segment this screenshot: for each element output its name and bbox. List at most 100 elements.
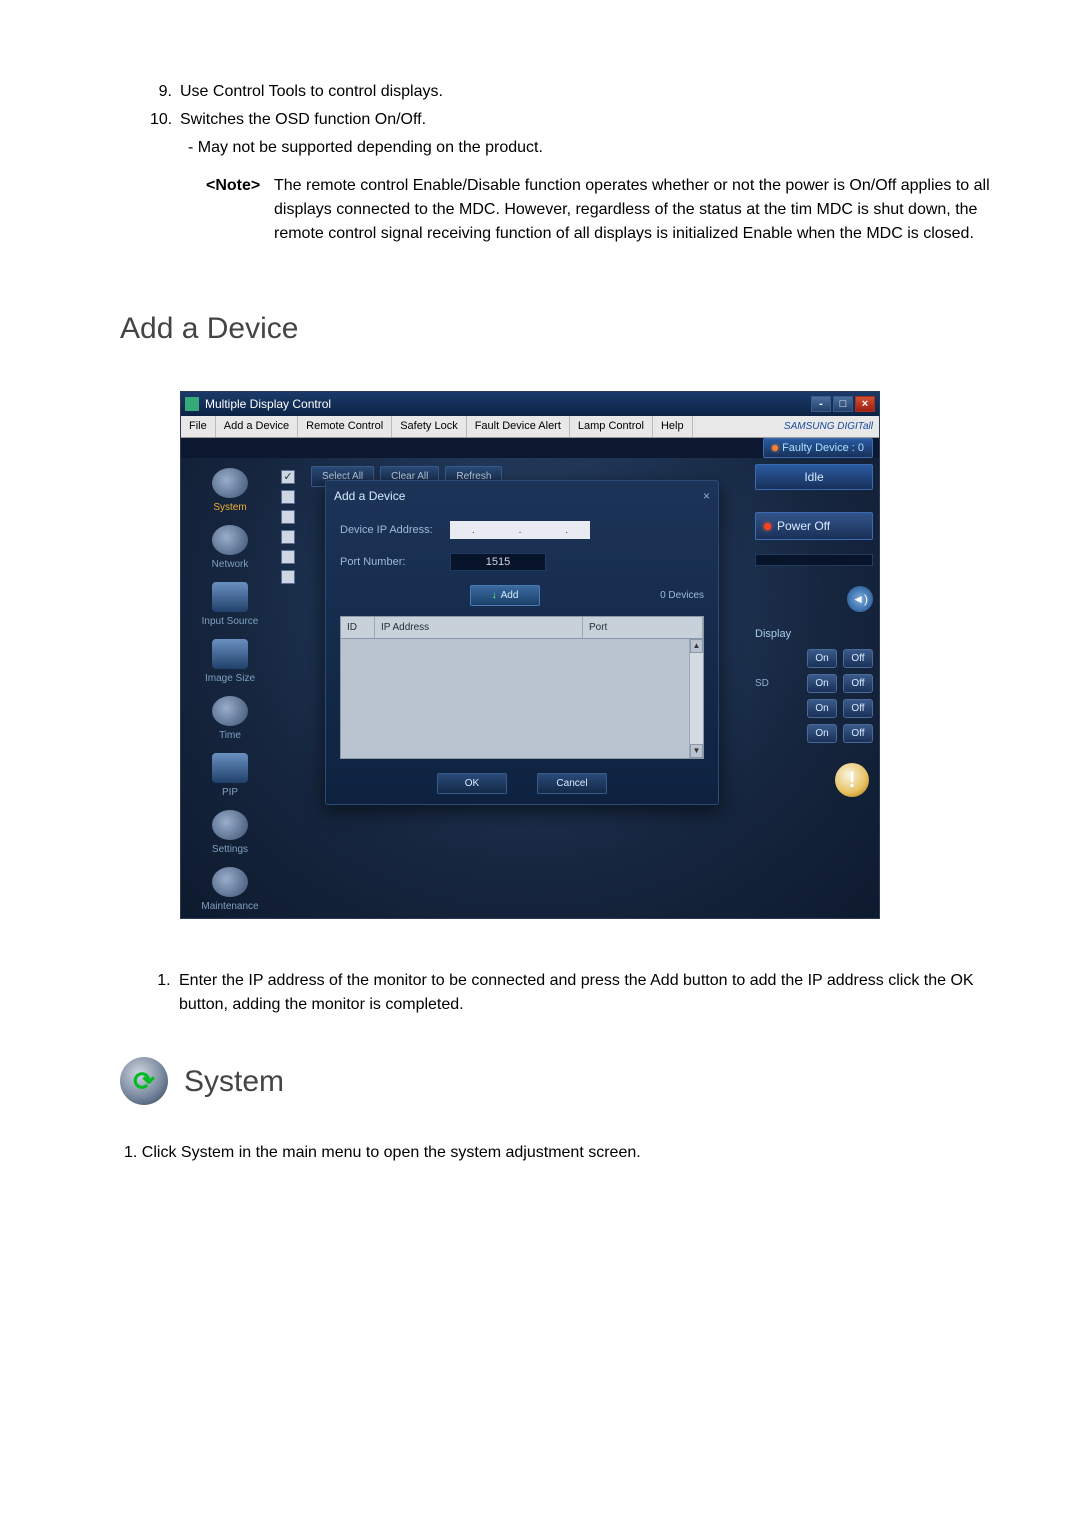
dialog-close-icon[interactable]: × bbox=[703, 487, 710, 505]
status-panel: Idle Power Off ◄) Display On Off SD bbox=[749, 458, 879, 918]
on-button[interactable]: On bbox=[807, 699, 837, 718]
add-button[interactable]: ↓ Add bbox=[470, 585, 540, 606]
off-button[interactable]: Off bbox=[843, 674, 873, 693]
port-input[interactable]: 1515 bbox=[450, 553, 546, 571]
sidebar-label: PIP bbox=[190, 785, 270, 800]
app-icon bbox=[185, 397, 199, 411]
step-text: Enter the IP address of the monitor to b… bbox=[175, 969, 990, 1017]
menu-remote-control[interactable]: Remote Control bbox=[298, 416, 392, 437]
checkbox-row[interactable] bbox=[281, 490, 295, 504]
sidebar-item-input-source[interactable]: Input Source bbox=[190, 582, 270, 629]
sidebar-label: System bbox=[190, 500, 270, 515]
checkbox-row[interactable] bbox=[281, 570, 295, 584]
menu-bar: File Add a Device Remote Control Safety … bbox=[181, 416, 879, 438]
system-step: 1. Click System in the main menu to open… bbox=[124, 1141, 990, 1165]
list-number: 9. bbox=[150, 80, 180, 104]
brand-label: SAMSUNG DIGITall bbox=[784, 419, 879, 434]
system-section-icon: ⟳ bbox=[120, 1057, 168, 1105]
sidebar-label: Settings bbox=[190, 842, 270, 857]
checkbox-row[interactable] bbox=[281, 510, 295, 524]
off-button[interactable]: Off bbox=[843, 649, 873, 668]
menu-lamp-control[interactable]: Lamp Control bbox=[570, 416, 653, 437]
sidebar-label: Image Size bbox=[190, 671, 270, 686]
sidebar-item-time[interactable]: Time bbox=[190, 696, 270, 743]
ip-input[interactable]: ... bbox=[450, 521, 590, 539]
ok-button[interactable]: OK bbox=[437, 773, 507, 794]
checkbox-row[interactable] bbox=[281, 550, 295, 564]
list-text: Use Control Tools to control displays. bbox=[180, 80, 990, 104]
down-arrow-icon: ↓ bbox=[492, 588, 497, 603]
note-text: The remote control Enable/Disable functi… bbox=[274, 174, 990, 246]
col-ip: IP Address bbox=[375, 617, 583, 638]
cancel-button[interactable]: Cancel bbox=[537, 773, 607, 794]
menu-file[interactable]: File bbox=[181, 416, 216, 437]
scrollbar[interactable]: ▲ ▼ bbox=[689, 639, 703, 758]
sidebar: System Network Input Source Image Size T… bbox=[181, 458, 279, 918]
port-label: Port Number: bbox=[340, 554, 450, 571]
menu-help[interactable]: Help bbox=[653, 416, 693, 437]
on-button[interactable]: On bbox=[807, 674, 837, 693]
pip-icon bbox=[212, 753, 248, 783]
window-title: Multiple Display Control bbox=[205, 395, 331, 413]
idle-badge: Idle bbox=[755, 464, 873, 490]
sidebar-label: Time bbox=[190, 728, 270, 743]
system-heading: System bbox=[184, 1059, 284, 1104]
list-number: 10. bbox=[150, 108, 180, 132]
sound-button[interactable]: ◄) bbox=[847, 586, 873, 612]
list-text: Switches the OSD function On/Off. bbox=[180, 108, 990, 132]
sidebar-item-settings[interactable]: Settings bbox=[190, 810, 270, 857]
add-button-label: Add bbox=[501, 588, 519, 603]
display-label: Display bbox=[755, 626, 873, 643]
warning-dot-icon bbox=[772, 445, 778, 451]
menu-fault-alert[interactable]: Fault Device Alert bbox=[467, 416, 570, 437]
settings-icon bbox=[212, 810, 248, 840]
note-label: <Note> bbox=[206, 174, 274, 246]
ip-label: Device IP Address: bbox=[340, 522, 450, 539]
power-off-button[interactable]: Power Off bbox=[755, 512, 873, 540]
menu-add-device[interactable]: Add a Device bbox=[216, 416, 298, 437]
add-device-dialog: Add a Device × Device IP Address: ... Po… bbox=[325, 480, 719, 805]
sidebar-item-image-size[interactable]: Image Size bbox=[190, 639, 270, 686]
sidebar-item-pip[interactable]: PIP bbox=[190, 753, 270, 800]
maintenance-icon bbox=[212, 867, 248, 897]
system-icon bbox=[212, 468, 248, 498]
warning-icon: ! bbox=[835, 763, 869, 797]
minimize-button[interactable]: ‐ bbox=[811, 396, 831, 412]
sidebar-label: Maintenance bbox=[190, 899, 270, 914]
sidebar-label: Input Source bbox=[190, 614, 270, 629]
dialog-title: Add a Device bbox=[334, 487, 405, 505]
network-icon bbox=[212, 525, 248, 555]
scroll-down-icon[interactable]: ▼ bbox=[690, 744, 703, 758]
add-device-heading: Add a Device bbox=[120, 306, 990, 351]
col-port: Port bbox=[583, 617, 703, 638]
time-icon bbox=[212, 696, 248, 726]
add-device-steps: Enter the IP address of the monitor to b… bbox=[175, 969, 990, 1017]
device-table-body: ▲ ▼ bbox=[340, 639, 704, 759]
power-led-icon bbox=[764, 523, 771, 530]
on-button[interactable]: On bbox=[807, 649, 837, 668]
menu-safety-lock[interactable]: Safety Lock bbox=[392, 416, 466, 437]
sidebar-item-network[interactable]: Network bbox=[190, 525, 270, 572]
window-titlebar[interactable]: Multiple Display Control ‐ □ × bbox=[181, 392, 879, 416]
image-size-icon bbox=[212, 639, 248, 669]
off-button[interactable]: Off bbox=[843, 724, 873, 743]
on-button[interactable]: On bbox=[807, 724, 837, 743]
instruction-list: 9. Use Control Tools to control displays… bbox=[150, 80, 990, 246]
checkbox-row[interactable] bbox=[281, 530, 295, 544]
app-window: Multiple Display Control ‐ □ × File Add … bbox=[180, 391, 880, 919]
off-button[interactable]: Off bbox=[843, 699, 873, 718]
progress-bar bbox=[755, 554, 873, 566]
sidebar-item-system[interactable]: System bbox=[190, 468, 270, 515]
list-subtext: - May not be supported depending on the … bbox=[188, 136, 990, 160]
maximize-button[interactable]: □ bbox=[833, 396, 853, 412]
device-count: 0 Devices bbox=[660, 588, 704, 603]
device-table-header: ID IP Address Port bbox=[340, 616, 704, 639]
sd-label: SD bbox=[755, 676, 769, 691]
faulty-device-badge[interactable]: Faulty Device : 0 bbox=[763, 438, 873, 459]
sidebar-item-maintenance[interactable]: Maintenance bbox=[190, 867, 270, 914]
faulty-device-text: Faulty Device : 0 bbox=[782, 440, 864, 457]
checkbox-all[interactable] bbox=[281, 470, 295, 484]
scroll-up-icon[interactable]: ▲ bbox=[690, 639, 703, 653]
close-button[interactable]: × bbox=[855, 396, 875, 412]
power-off-label: Power Off bbox=[777, 517, 830, 535]
